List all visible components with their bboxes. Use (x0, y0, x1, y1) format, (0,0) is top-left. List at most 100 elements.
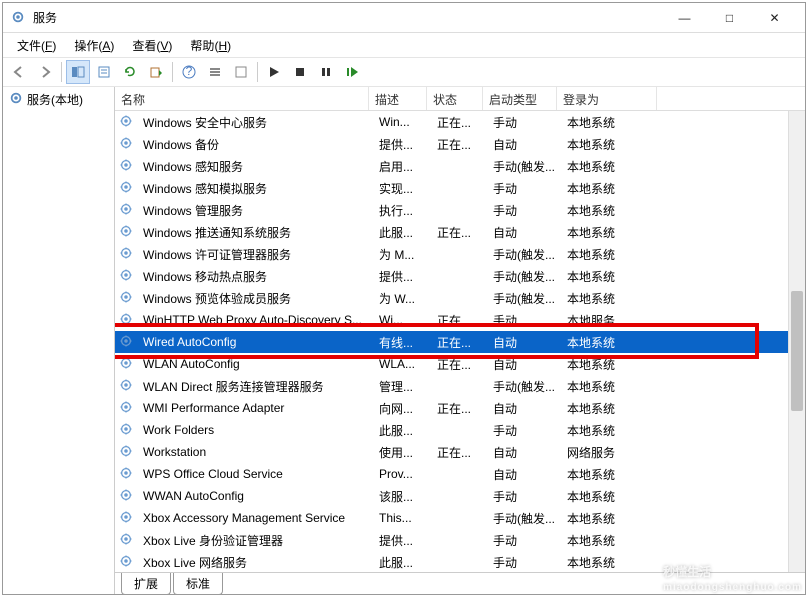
service-row[interactable]: WMI Performance Adapter向网...正在...自动本地系统 (115, 397, 805, 419)
service-name: Windows 移动热点服务 (137, 266, 373, 287)
tab-standard[interactable]: 标准 (173, 573, 223, 595)
col-desc[interactable]: 描述 (369, 87, 427, 110)
col-name[interactable]: 名称 (115, 87, 369, 110)
service-status (431, 274, 487, 278)
service-row[interactable]: Work Folders此服...手动本地系统 (115, 419, 805, 441)
service-row[interactable]: Xbox Accessory Management ServiceThis...… (115, 507, 805, 529)
service-row[interactable]: Wired AutoConfig有线...正在...自动本地系统 (115, 331, 805, 353)
pause-service-button[interactable] (314, 60, 338, 84)
minimize-button[interactable]: — (662, 4, 707, 32)
service-logon: 本地系统 (561, 332, 661, 353)
service-start: 手动(触发... (487, 376, 561, 397)
gear-icon (119, 202, 135, 218)
start-service-button[interactable] (262, 60, 286, 84)
service-status (431, 384, 487, 388)
gear-icon (119, 444, 135, 460)
service-row[interactable]: WLAN AutoConfigWLA...正在...自动本地系统 (115, 353, 805, 375)
service-start: 自动 (487, 442, 561, 463)
service-row[interactable]: WinHTTP Web Proxy Auto-Discovery S...Wi.… (115, 309, 805, 331)
service-status (431, 186, 487, 190)
back-button[interactable] (7, 60, 31, 84)
service-name: Xbox Accessory Management Service (137, 509, 373, 527)
services-window: 服务 — □ ✕ 文件(F) 操作(A) 查看(V) 帮助(H) ? 服务(本地… (2, 2, 806, 595)
sidebar-item-services-local[interactable]: 服务(本地) (5, 89, 112, 110)
service-desc: 提供... (373, 530, 431, 551)
service-logon: 本地系统 (561, 376, 661, 397)
service-row[interactable]: WLAN Direct 服务连接管理器服务管理...手动(触发...本地系统 (115, 375, 805, 397)
service-status (431, 538, 487, 542)
restart-service-button[interactable] (340, 60, 364, 84)
service-name: Windows 感知模拟服务 (137, 178, 373, 199)
service-status: 正在... (431, 398, 487, 419)
menu-action[interactable]: 操作(A) (66, 35, 122, 56)
service-logon: 本地系统 (561, 288, 661, 309)
service-start: 手动 (487, 112, 561, 133)
col-start[interactable]: 启动类型 (483, 87, 557, 110)
gear-icon (119, 488, 135, 504)
service-status (431, 472, 487, 476)
service-row[interactable]: WWAN AutoConfig该服...手动本地系统 (115, 485, 805, 507)
main-panel: 名称 描述 状态 启动类型 登录为 Windows 安全中心服务Win...正在… (115, 87, 805, 594)
service-start: 手动 (487, 420, 561, 441)
service-desc: 执行... (373, 200, 431, 221)
service-status (431, 164, 487, 168)
forward-button[interactable] (33, 60, 57, 84)
service-name: Windows 许可证管理器服务 (137, 244, 373, 265)
service-row[interactable]: Windows 安全中心服务Win...正在...手动本地系统 (115, 111, 805, 133)
toolbar-panel-icon[interactable] (229, 60, 253, 84)
tab-extended[interactable]: 扩展 (121, 573, 171, 595)
service-row[interactable]: Windows 感知模拟服务实现...手动本地系统 (115, 177, 805, 199)
toolbar-separator (257, 62, 258, 82)
service-name: Windows 预览体验成员服务 (137, 288, 373, 309)
help-button[interactable]: ? (177, 60, 201, 84)
service-start: 手动 (487, 200, 561, 221)
maximize-button[interactable]: □ (707, 4, 752, 32)
service-list[interactable]: Windows 安全中心服务Win...正在...手动本地系统Windows 备… (115, 111, 805, 572)
service-logon: 本地系统 (561, 552, 661, 573)
service-row[interactable]: Windows 许可证管理器服务为 M...手动(触发...本地系统 (115, 243, 805, 265)
service-logon: 本地系统 (561, 178, 661, 199)
col-logon[interactable]: 登录为 (557, 87, 657, 110)
vertical-scrollbar[interactable] (788, 111, 805, 572)
service-row[interactable]: Xbox Live 身份验证管理器提供...手动本地系统 (115, 529, 805, 551)
gear-icon (119, 136, 135, 152)
content-area: 服务(本地) 名称 描述 状态 启动类型 登录为 Windows 安全中心服务W… (3, 87, 805, 594)
menu-file[interactable]: 文件(F) (9, 35, 64, 56)
refresh-button[interactable] (118, 60, 142, 84)
col-status[interactable]: 状态 (427, 87, 483, 110)
service-row[interactable]: Windows 推送通知系统服务此服...正在...自动本地系统 (115, 221, 805, 243)
service-row[interactable]: Xbox Live 网络服务此服...手动本地系统 (115, 551, 805, 572)
service-row[interactable]: Windows 管理服务执行...手动本地系统 (115, 199, 805, 221)
service-row[interactable]: Windows 感知服务启用...手动(触发...本地系统 (115, 155, 805, 177)
show-hide-tree-button[interactable] (66, 60, 90, 84)
service-logon: 本地系统 (561, 508, 661, 529)
service-desc: 此服... (373, 552, 431, 573)
service-row[interactable]: WPS Office Cloud ServiceProv...自动本地系统 (115, 463, 805, 485)
export-button[interactable] (144, 60, 168, 84)
toolbar-list-icon[interactable] (203, 60, 227, 84)
service-desc: 使用... (373, 442, 431, 463)
scrollbar-thumb[interactable] (791, 291, 803, 411)
service-status (431, 428, 487, 432)
menu-view[interactable]: 查看(V) (124, 35, 180, 56)
service-name: Windows 备份 (137, 134, 373, 155)
bottom-tabs: 扩展 标准 (115, 572, 805, 594)
service-desc: 实现... (373, 178, 431, 199)
service-logon: 本地系统 (561, 156, 661, 177)
service-name: WPS Office Cloud Service (137, 465, 373, 483)
service-row[interactable]: Workstation使用...正在...自动网络服务 (115, 441, 805, 463)
menu-help[interactable]: 帮助(H) (182, 35, 239, 56)
service-row[interactable]: Windows 预览体验成员服务为 W...手动(触发...本地系统 (115, 287, 805, 309)
service-name: Windows 管理服务 (137, 200, 373, 221)
service-logon: 本地系统 (561, 486, 661, 507)
service-name: WLAN AutoConfig (137, 355, 373, 373)
service-status: 正在... (431, 332, 487, 353)
properties-button[interactable] (92, 60, 116, 84)
service-logon: 本地系统 (561, 244, 661, 265)
service-row[interactable]: Windows 备份提供...正在...自动本地系统 (115, 133, 805, 155)
close-button[interactable]: ✕ (752, 4, 797, 32)
service-start: 自动 (487, 398, 561, 419)
service-start: 自动 (487, 134, 561, 155)
service-row[interactable]: Windows 移动热点服务提供...手动(触发...本地系统 (115, 265, 805, 287)
stop-service-button[interactable] (288, 60, 312, 84)
